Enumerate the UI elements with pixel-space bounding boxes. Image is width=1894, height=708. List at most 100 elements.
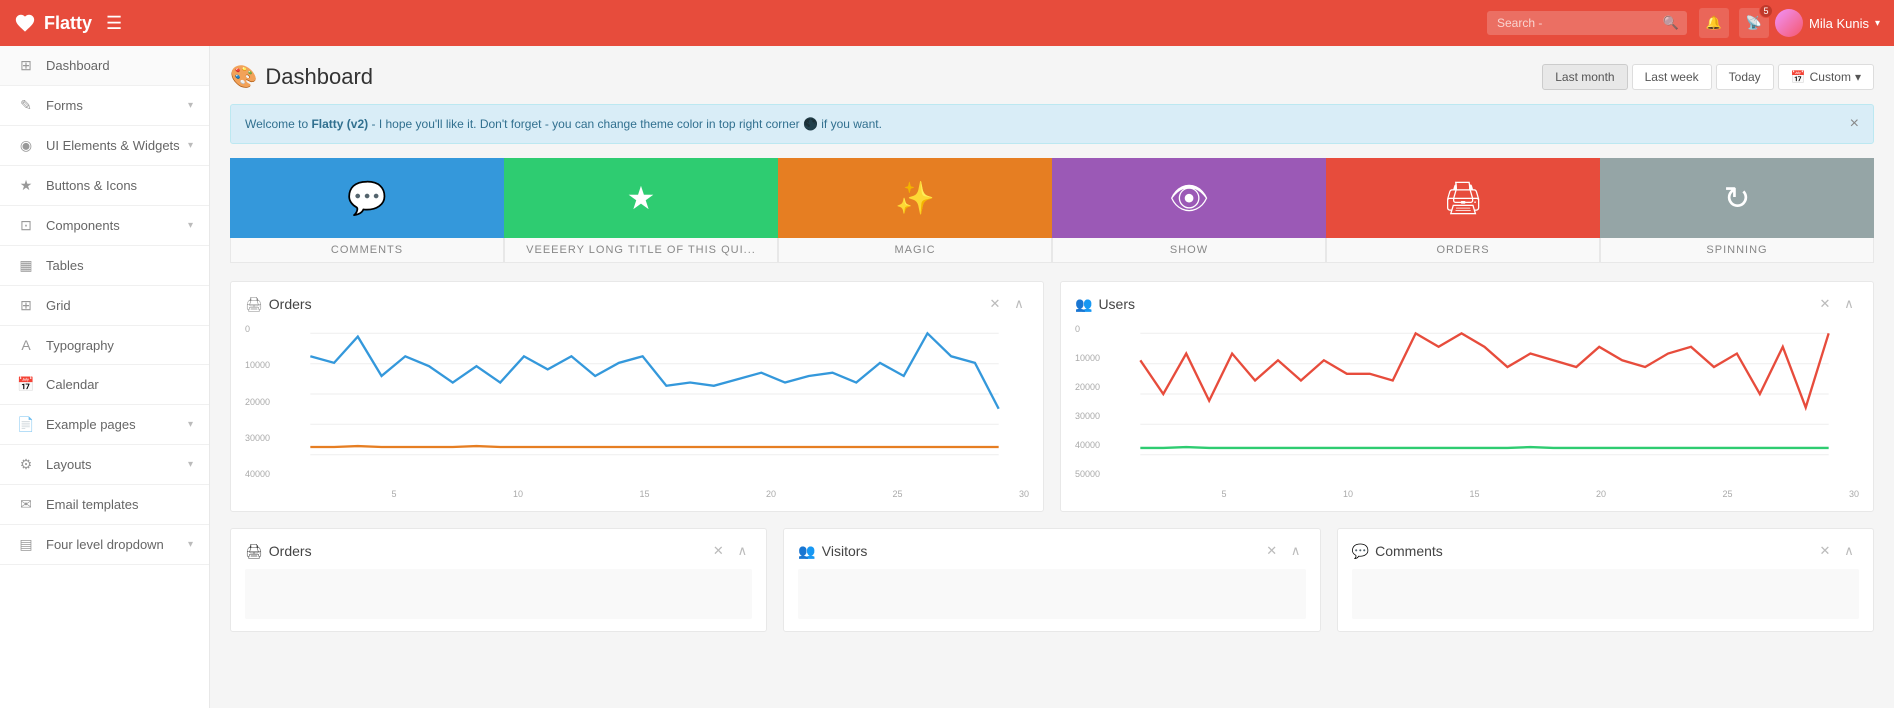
stat-card-label-show: SHOW — [1052, 238, 1326, 263]
sidebar-icon-components: ⊡ — [16, 217, 36, 234]
sidebar-item-email-templates[interactable]: ✉ Email templates — [0, 485, 209, 525]
sidebar-item-layouts[interactable]: ⚙ Layouts ▾ — [0, 445, 209, 485]
sidebar-icon-calendar: 📅 — [16, 376, 36, 393]
stat-card-label-veeeery-long: VEEEERY LONG TITLE OF THIS QUI... — [504, 238, 778, 263]
sidebar-item-dashboard[interactable]: ⊞ Dashboard — [0, 46, 209, 86]
sidebar-arrow-example-pages: ▾ — [188, 419, 193, 430]
sidebar-item-grid[interactable]: ⊞ Grid — [0, 286, 209, 326]
sidebar-item-example-pages[interactable]: 📄 Example pages ▾ — [0, 405, 209, 445]
bottom-icon-visitors: 👥 — [798, 543, 815, 560]
user-menu[interactable]: Mila Kunis ▾ — [1775, 9, 1880, 37]
stat-card-label-orders: ORDERS — [1326, 238, 1600, 263]
sidebar-label-components: Components — [46, 218, 188, 233]
sidebar-icon-example-pages: 📄 — [16, 416, 36, 433]
rss-button[interactable]: 📡 5 — [1739, 8, 1769, 38]
orders-chart-expand[interactable]: ∧ — [1009, 294, 1029, 314]
stat-card-orders[interactable]: 🖨 ORDERS — [1326, 158, 1600, 263]
orders-chart-icon: 🖨 — [245, 296, 263, 313]
notification-button[interactable]: 🔔 — [1699, 8, 1729, 38]
sidebar-icon-buttons-icons: ★ — [16, 177, 36, 194]
users-chart-expand[interactable]: ∧ — [1839, 294, 1859, 314]
stat-card-icon-show: 👁 — [1169, 179, 1210, 217]
charts-row: 🖨 Orders ✕ ∧ 400003000020000100000 51015… — [230, 281, 1874, 512]
layout: ⊞ Dashboard ✎ Forms ▾ ◉ UI Elements & Wi… — [0, 46, 1894, 708]
sidebar-item-calendar[interactable]: 📅 Calendar — [0, 365, 209, 405]
custom-button[interactable]: 📅 Custom ▾ — [1778, 64, 1874, 90]
sidebar-icon-grid: ⊞ — [16, 297, 36, 314]
bottom-header-orders2: 🖨 Orders ✕ ∧ — [245, 541, 752, 561]
users-chart-close[interactable]: ✕ — [1815, 294, 1835, 314]
stat-card-label-comments: COMMENTS — [230, 238, 504, 263]
orders-chart-close[interactable]: ✕ — [985, 294, 1005, 314]
sidebar-label-ui-elements: UI Elements & Widgets — [46, 138, 188, 153]
bottom-chart-visitors: 👥 Visitors ✕ ∧ — [783, 528, 1320, 632]
sidebar-icon-dashboard: ⊞ — [16, 57, 36, 74]
orders-chart-title: 🖨 Orders — [245, 296, 312, 313]
alert-close-button[interactable]: × — [1850, 115, 1859, 133]
stat-card-icon-area-comments: 💬 — [230, 158, 504, 238]
stat-card-spinning[interactable]: ↻ SPINNING — [1600, 158, 1874, 263]
sidebar-arrow-forms: ▾ — [188, 100, 193, 111]
sidebar-item-components[interactable]: ⊡ Components ▾ — [0, 206, 209, 246]
date-filters: Last month Last week Today 📅 Custom ▾ — [1542, 64, 1874, 90]
sidebar-arrow-four-level: ▾ — [188, 539, 193, 550]
chevron-down-icon: ▾ — [1855, 70, 1861, 84]
bottom-expand-orders2[interactable]: ∧ — [732, 541, 752, 561]
page-header: 🎨 Dashboard Last month Last week Today 📅… — [230, 64, 1874, 90]
search-input[interactable] — [1487, 11, 1687, 35]
users-chart-actions: ✕ ∧ — [1815, 294, 1859, 314]
stat-card-veeeery-long[interactable]: ★ VEEEERY LONG TITLE OF THIS QUI... — [504, 158, 778, 263]
sidebar-item-ui-elements[interactable]: ◉ UI Elements & Widgets ▾ — [0, 126, 209, 166]
page-title: 🎨 Dashboard — [230, 64, 373, 90]
bottom-actions-orders2: ✕ ∧ — [708, 541, 752, 561]
orders-chart-header: 🖨 Orders ✕ ∧ — [245, 294, 1029, 314]
bottom-title-comments2: 💬 Comments — [1352, 543, 1443, 560]
last-month-button[interactable]: Last month — [1542, 64, 1627, 90]
stat-card-icon-area-spinning: ↻ — [1600, 158, 1874, 238]
sidebar-item-four-level[interactable]: ▤ Four level dropdown ▾ — [0, 525, 209, 565]
bottom-title-orders2: 🖨 Orders — [245, 543, 312, 560]
sidebar-label-tables: Tables — [46, 258, 193, 273]
stat-card-icon-spinning: ↻ — [1724, 179, 1751, 217]
bottom-charts-row: 🖨 Orders ✕ ∧ 👥 Visitors ✕ ∧ 💬 Com — [230, 528, 1874, 632]
sidebar: ⊞ Dashboard ✎ Forms ▾ ◉ UI Elements & Wi… — [0, 46, 210, 708]
sidebar-icon-typography: A — [16, 337, 36, 353]
sidebar-arrow-ui-elements: ▾ — [188, 140, 193, 151]
stat-card-label-spinning: SPINNING — [1600, 238, 1874, 263]
sidebar-icon-layouts: ⚙ — [16, 456, 36, 473]
calendar-icon: 📅 — [1791, 70, 1806, 84]
stat-card-magic[interactable]: ✨ MAGIC — [778, 158, 1052, 263]
today-button[interactable]: Today — [1716, 64, 1774, 90]
search-wrap: 🔍 — [1487, 11, 1687, 35]
bottom-chart-area-orders2 — [245, 569, 752, 619]
sidebar-item-tables[interactable]: ▦ Tables — [0, 246, 209, 286]
hamburger-button[interactable]: ☰ — [106, 13, 122, 34]
stat-card-icon-area-orders: 🖨 — [1326, 158, 1600, 238]
sidebar-item-buttons-icons[interactable]: ★ Buttons & Icons — [0, 166, 209, 206]
top-nav: Flatty ☰ 🔍 🔔 📡 5 Mila Kunis ▾ — [0, 0, 1894, 46]
sidebar-label-forms: Forms — [46, 98, 188, 113]
users-chart-header: 👥 Users ✕ ∧ — [1075, 294, 1859, 314]
bottom-close-comments2[interactable]: ✕ — [1815, 541, 1835, 561]
alert-banner: Welcome to Flatty (v2) - I hope you'll l… — [230, 104, 1874, 144]
last-week-button[interactable]: Last week — [1632, 64, 1712, 90]
stat-card-comments[interactable]: 💬 COMMENTS — [230, 158, 504, 263]
bottom-close-orders2[interactable]: ✕ — [708, 541, 728, 561]
bottom-expand-comments2[interactable]: ∧ — [1839, 541, 1859, 561]
sidebar-item-typography[interactable]: A Typography — [0, 326, 209, 365]
stat-cards: 💬 COMMENTS ★ VEEEERY LONG TITLE OF THIS … — [230, 158, 1874, 263]
sidebar-icon-tables: ▦ — [16, 257, 36, 274]
bottom-close-visitors[interactable]: ✕ — [1262, 541, 1282, 561]
bottom-chart-comments2: 💬 Comments ✕ ∧ — [1337, 528, 1874, 632]
nav-icons: 🔔 📡 5 — [1699, 8, 1769, 38]
brand: Flatty — [14, 12, 92, 34]
stat-card-show[interactable]: 👁 SHOW — [1052, 158, 1326, 263]
sidebar-label-dashboard: Dashboard — [46, 58, 193, 73]
avatar — [1775, 9, 1803, 37]
chevron-down-icon: ▾ — [1875, 18, 1880, 29]
main-content: 🎨 Dashboard Last month Last week Today 📅… — [210, 46, 1894, 708]
bottom-expand-visitors[interactable]: ∧ — [1286, 541, 1306, 561]
sidebar-item-forms[interactable]: ✎ Forms ▾ — [0, 86, 209, 126]
bottom-actions-visitors: ✕ ∧ — [1262, 541, 1306, 561]
bottom-title-visitors: 👥 Visitors — [798, 543, 867, 560]
